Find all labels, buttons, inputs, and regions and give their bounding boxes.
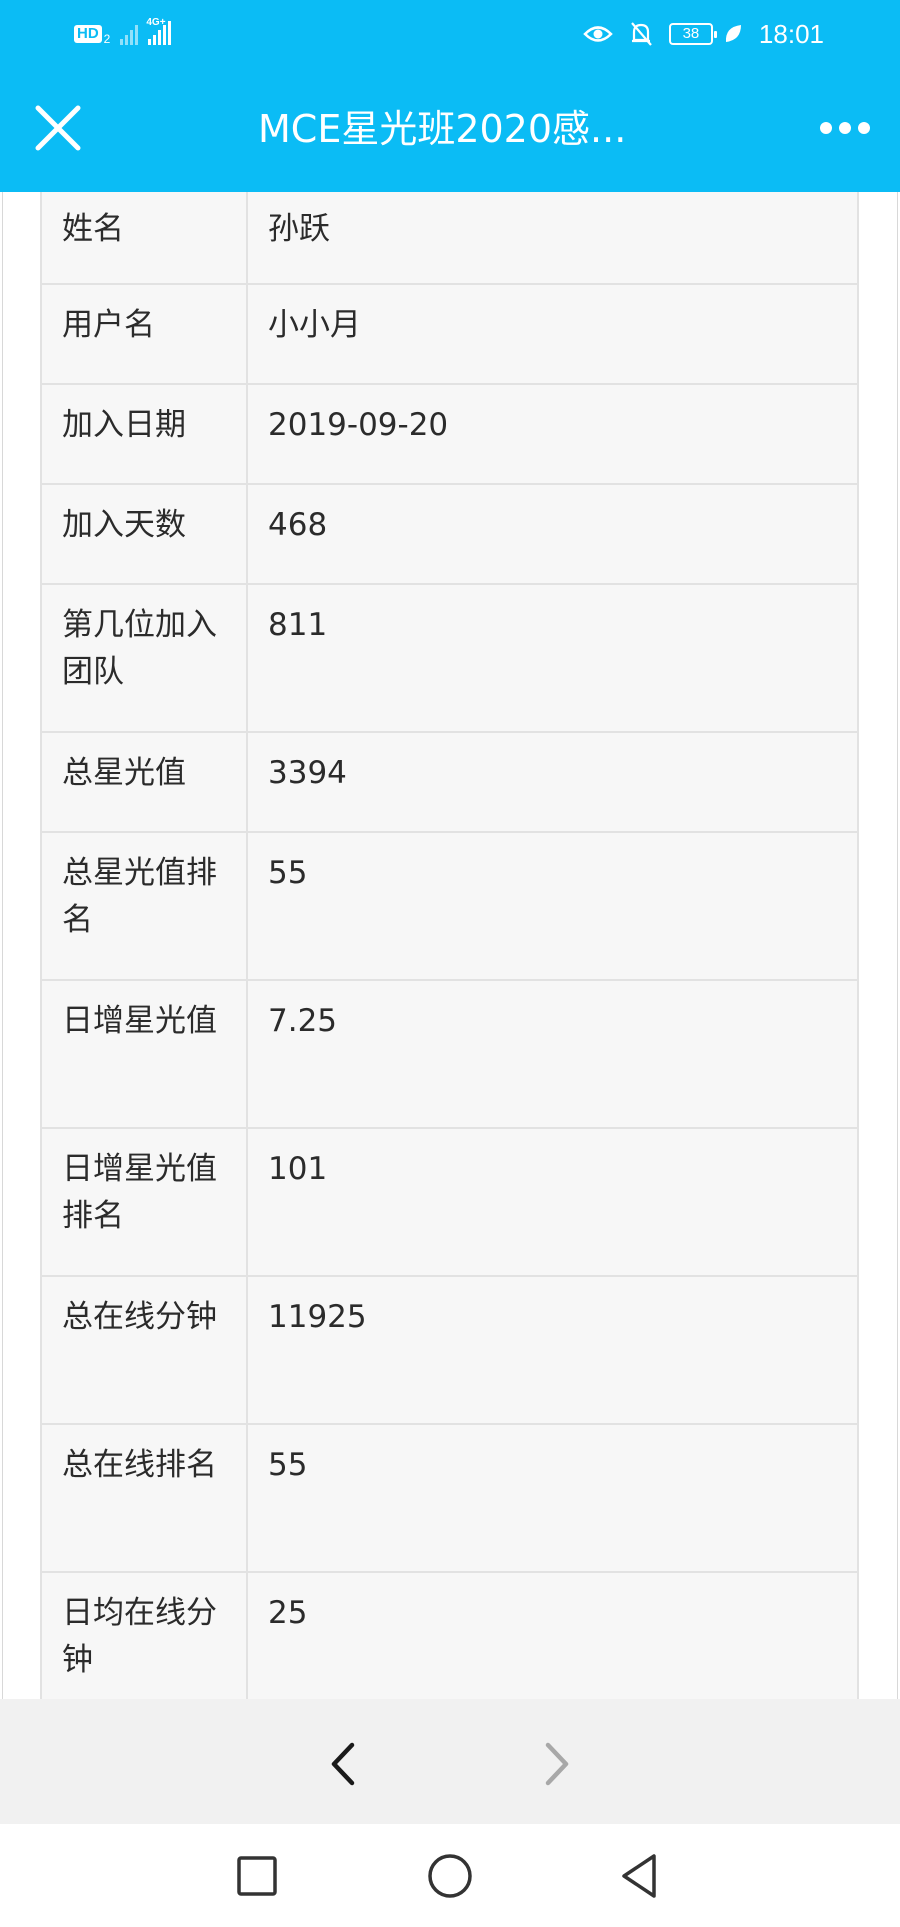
row-label: 日均在线分钟: [40, 1571, 248, 1699]
system-back-button[interactable]: [612, 1848, 668, 1904]
table-row: 日均在线分钟 25: [40, 1571, 859, 1699]
row-value: 11925: [246, 1275, 859, 1425]
status-right-group: 38 18:01: [583, 18, 824, 50]
more-dot-icon: [820, 122, 832, 134]
triangle-back-icon: [622, 1854, 656, 1898]
signal-icon-sim2: 4G+: [146, 17, 172, 45]
page-title: MCE星光班2020感...: [258, 107, 627, 151]
close-icon: [35, 105, 81, 151]
table-row: 总在线分钟 11925: [40, 1275, 859, 1425]
browser-nav-bar: [0, 1699, 900, 1824]
row-label: 加入日期: [40, 383, 248, 485]
system-nav-bar: [0, 1824, 900, 1927]
row-value: 55: [246, 1423, 859, 1573]
row-label: 日增星光值: [40, 979, 248, 1129]
row-label: 总在线分钟: [40, 1275, 248, 1425]
title-bar: MCE星光班2020感...: [0, 66, 900, 192]
signal-icon-sim1: [120, 23, 139, 45]
bell-off-icon: [631, 22, 652, 46]
row-label: 第几位加入团队: [40, 583, 248, 733]
more-dot-icon: [858, 122, 870, 134]
square-icon: [237, 1856, 277, 1896]
row-value: 101: [246, 1127, 859, 1277]
row-label: 总星光值排名: [40, 831, 248, 981]
row-value: 孙跃: [246, 192, 859, 285]
profile-content[interactable]: 姓名 孙跃 用户名 小小月 加入日期 2019-09-20 加入天数 468 第几位加入团队 81…: [0, 192, 900, 1699]
status-left-group: HD 2 4G+: [74, 17, 172, 48]
table-row: 总星光值 3394: [40, 731, 859, 833]
battery-icon: 38: [668, 23, 717, 45]
profile-table: 姓名 孙跃 用户名 小小月 加入日期 2019-09-20 加入天数 468 第几位加入团队 81…: [40, 192, 859, 1699]
chevron-left-icon: [331, 1742, 355, 1786]
hd-badge-sub: 2: [103, 32, 111, 46]
status-time: 18:01: [758, 18, 824, 49]
table-row: 加入日期 2019-09-20: [40, 383, 859, 485]
row-value: 7.25: [246, 979, 859, 1129]
status-bar: HD 2 4G+ 38 18:01: [0, 0, 900, 66]
table-row: 日增星光值排名 101: [40, 1127, 859, 1277]
row-value: 811: [246, 583, 859, 733]
row-value: 468: [246, 483, 859, 585]
chevron-right-icon: [545, 1742, 569, 1786]
table-row: 日增星光值 7.25: [40, 979, 859, 1129]
row-label: 日增星光值排名: [40, 1127, 248, 1277]
network-type-label: 4G+: [146, 17, 166, 28]
row-value: 25: [246, 1571, 859, 1699]
circle-icon: [428, 1854, 472, 1898]
table-row: 总星光值排名 55: [40, 831, 859, 981]
leaf-icon: [725, 25, 741, 42]
row-label: 姓名: [40, 192, 248, 285]
eye-icon: [583, 26, 613, 42]
home-button[interactable]: [422, 1848, 478, 1904]
more-options-button[interactable]: [810, 106, 880, 150]
table-row: 姓名 孙跃: [40, 192, 859, 285]
table-row: 总在线排名 55: [40, 1423, 859, 1573]
more-dot-icon: [839, 122, 851, 134]
table-row: 加入天数 468: [40, 483, 859, 585]
recent-apps-button[interactable]: [229, 1848, 285, 1904]
table-row: 用户名 小小月: [40, 283, 859, 385]
row-value: 55: [246, 831, 859, 981]
nav-back-button[interactable]: [318, 1737, 372, 1791]
row-label: 总在线排名: [40, 1423, 248, 1573]
row-value: 小小月: [246, 283, 859, 385]
hd-badge: HD: [74, 25, 102, 43]
row-label: 总星光值: [40, 731, 248, 833]
row-label: 用户名: [40, 283, 248, 385]
row-value: 2019-09-20: [246, 383, 859, 485]
row-label: 加入天数: [40, 483, 248, 585]
table-row: 第几位加入团队 811: [40, 583, 859, 733]
row-value: 3394: [246, 731, 859, 833]
close-button[interactable]: [28, 98, 88, 158]
nav-forward-button[interactable]: [528, 1737, 582, 1791]
